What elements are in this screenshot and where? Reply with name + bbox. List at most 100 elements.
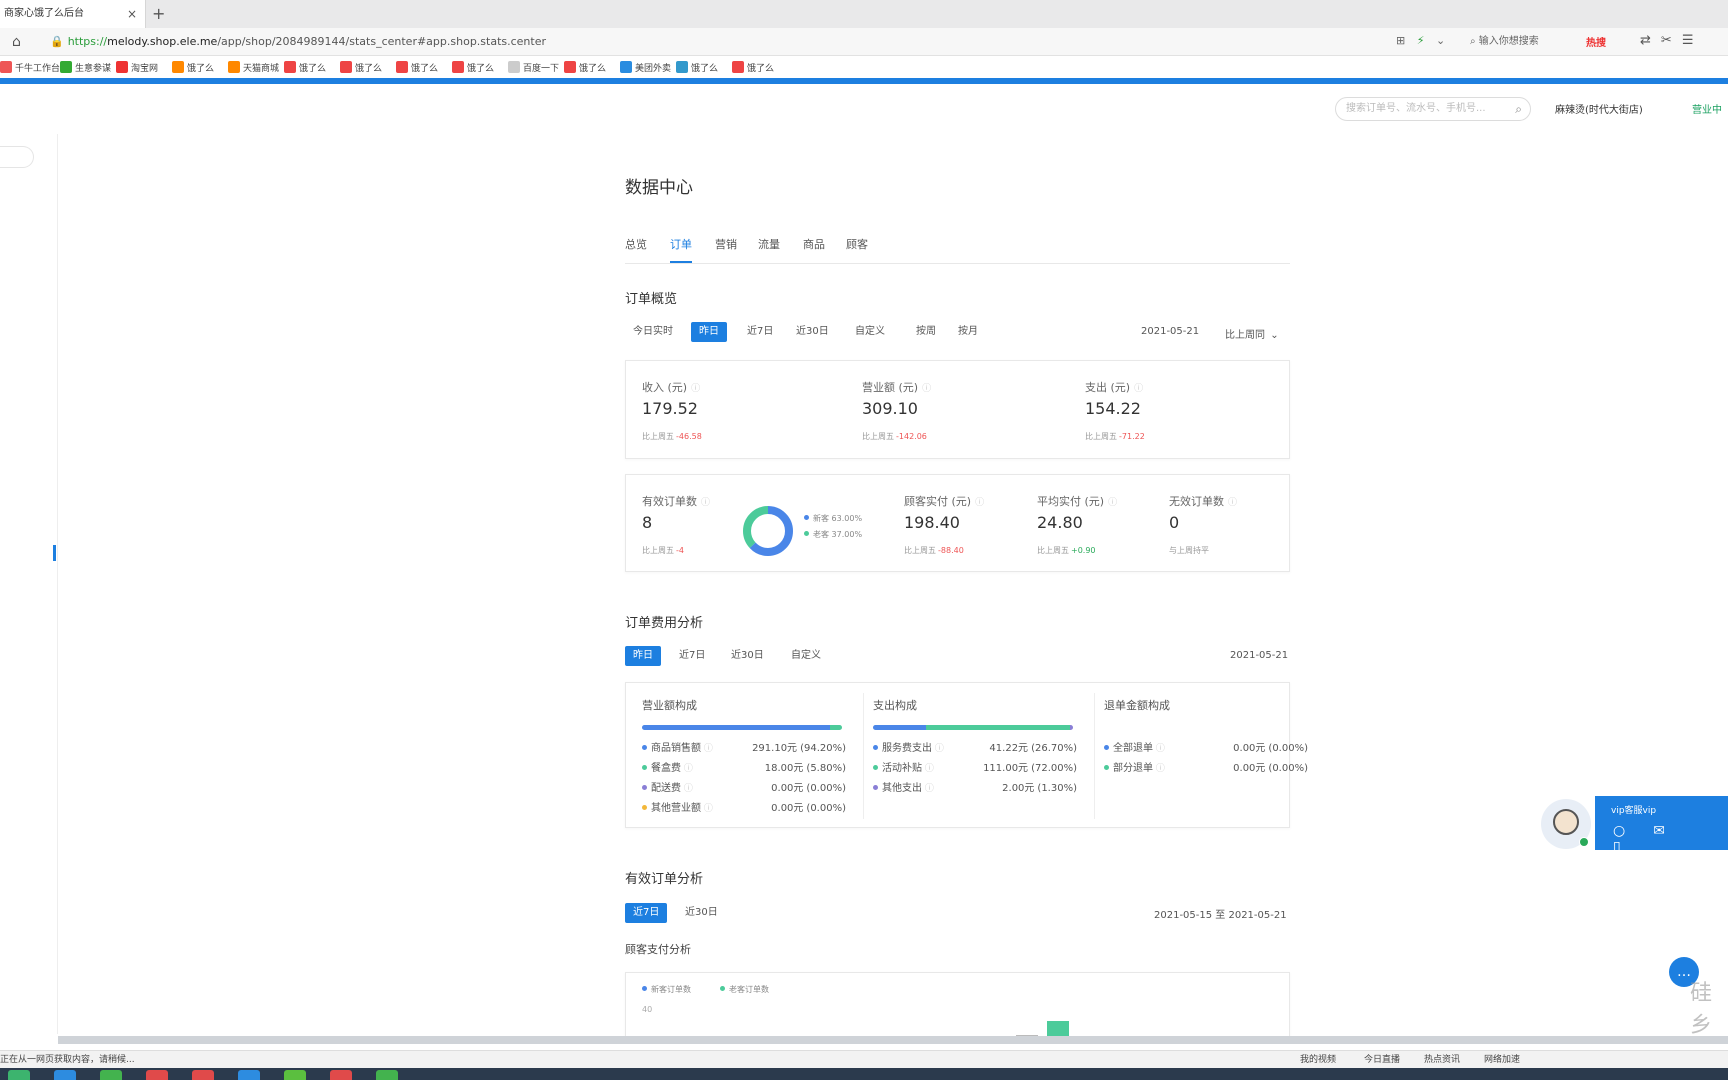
store-status-badge[interactable]: 营业中 xyxy=(1692,101,1722,116)
taskbar-app-icon[interactable] xyxy=(192,1070,214,1080)
range-option[interactable]: 自定义 xyxy=(847,322,893,342)
bookmark-icon xyxy=(396,61,408,73)
overview-date[interactable]: 2021-05-21 xyxy=(1141,326,1199,337)
cost-amount: 18.00元 xyxy=(764,763,804,774)
browser-search-box[interactable]: ⌕ 输入你想搜索 xyxy=(1470,32,1585,52)
help-icon[interactable]: ⓘ xyxy=(922,384,931,394)
taskbar-app-icon[interactable] xyxy=(100,1070,122,1080)
range-option[interactable]: 按月 xyxy=(950,322,986,342)
order-search-input[interactable]: 搜索订单号、流水号、手机号... ⌕ xyxy=(1335,97,1531,121)
range-option[interactable]: 近7日 xyxy=(739,322,781,342)
bookmark-item[interactable]: 饿了么 xyxy=(340,61,382,74)
bookmark-item[interactable]: 饿了么 xyxy=(676,61,718,74)
range-option[interactable]: 今日实时 xyxy=(625,322,681,342)
range-option[interactable]: 自定义 xyxy=(783,646,829,666)
bookmark-item[interactable]: 饿了么 xyxy=(172,61,214,74)
hot-search-link[interactable]: 热搜 xyxy=(1586,34,1606,49)
bookmark-item[interactable]: 天猫商城 xyxy=(228,61,279,74)
range-option[interactable]: 按周 xyxy=(908,322,944,342)
taskbar-app-icon[interactable] xyxy=(8,1070,30,1080)
phone-icon[interactable]: ○ xyxy=(1613,823,1653,839)
help-icon[interactable]: ⓘ xyxy=(922,764,934,774)
metric-compare: 与上周持平 xyxy=(1169,545,1209,556)
doc-icon[interactable]: ▯ xyxy=(1613,839,1649,855)
metric-compare: 比上周五 -46.58 xyxy=(642,431,702,442)
compare-select[interactable]: 比上周同 ⌄ xyxy=(1225,326,1279,341)
bookmark-item[interactable]: 饿了么 xyxy=(396,61,438,74)
range-option[interactable]: 近30日 xyxy=(677,903,726,923)
help-icon[interactable]: ⓘ xyxy=(975,498,984,508)
metric-compare: 比上周五 -4 xyxy=(642,545,684,556)
bookmark-item[interactable]: 饿了么 xyxy=(452,61,494,74)
close-tab-icon[interactable]: × xyxy=(127,0,137,28)
help-icon[interactable]: ⓘ xyxy=(701,498,710,508)
taskbar-app-icon[interactable] xyxy=(330,1070,352,1080)
range-option[interactable]: 近30日 xyxy=(788,322,837,342)
mail-icon[interactable]: ✉ xyxy=(1653,823,1693,839)
tab-5[interactable]: 顾客 xyxy=(846,236,868,252)
bookmark-item[interactable]: 生意参谋 xyxy=(60,61,111,74)
range-option[interactable]: 近7日 xyxy=(625,903,668,923)
home-icon[interactable]: ⌂ xyxy=(12,34,28,50)
new-tab-button[interactable]: + xyxy=(152,0,165,28)
status-link-news[interactable]: 热点资讯 xyxy=(1424,1051,1460,1069)
taskbar-app-icon[interactable] xyxy=(376,1070,398,1080)
cost-pct: (72.00%) xyxy=(1031,763,1077,774)
horizontal-scrollbar[interactable] xyxy=(58,1036,1728,1044)
cost-row: 其他支出 ⓘ xyxy=(873,779,934,794)
help-icon[interactable]: ⓘ xyxy=(1153,744,1165,754)
tab-4[interactable]: 商品 xyxy=(803,236,825,252)
range-option[interactable]: 近7日 xyxy=(671,646,713,666)
bookmark-item[interactable]: 饿了么 xyxy=(284,61,326,74)
lightning-icon[interactable]: ⚡ xyxy=(1417,34,1425,47)
bookmark-label: 美团外卖 xyxy=(635,64,672,74)
help-icon[interactable]: ⓘ xyxy=(691,384,700,394)
chevron-down-icon[interactable]: ⌄ xyxy=(1436,34,1445,47)
store-name[interactable]: 麻辣烫(时代大街店) xyxy=(1555,101,1643,116)
taskbar-app-icon[interactable] xyxy=(238,1070,260,1080)
range-option[interactable]: 昨日 xyxy=(625,646,661,666)
scissors-icon[interactable]: ✂ xyxy=(1661,33,1682,48)
vip-service-panel[interactable]: vip客服vip ○✉▯ xyxy=(1595,796,1728,855)
sidebar-toggle[interactable] xyxy=(0,146,34,168)
range-option[interactable]: 昨日 xyxy=(691,322,727,342)
bookmark-item[interactable]: 饿了么 xyxy=(732,61,774,74)
help-icon[interactable]: ⓘ xyxy=(1228,498,1237,508)
url-field[interactable]: 🔒 https://melody.shop.ele.me/app/shop/208… xyxy=(50,32,1440,52)
taskbar-app-icon[interactable] xyxy=(54,1070,76,1080)
tab-3[interactable]: 流量 xyxy=(758,236,780,252)
help-icon[interactable]: ⓘ xyxy=(701,804,713,814)
status-link-video[interactable]: 我的视频 xyxy=(1300,1051,1336,1069)
assistant-avatar[interactable] xyxy=(1541,799,1591,849)
menu-icon[interactable]: ☰ xyxy=(1682,33,1704,48)
browser-tab[interactable]: 商家心饿了么后台 × xyxy=(0,0,146,28)
tab-1[interactable]: 订单 xyxy=(670,236,692,252)
bookmark-item[interactable]: 美团外卖 xyxy=(620,61,671,74)
tab-0[interactable]: 总览 xyxy=(625,236,647,252)
help-icon[interactable]: ⓘ xyxy=(681,764,693,774)
bookmark-item[interactable]: 千牛工作台 xyxy=(0,61,60,74)
help-icon[interactable]: ⓘ xyxy=(701,744,713,754)
composition-bar-segment xyxy=(873,725,927,730)
taskbar-app-icon[interactable] xyxy=(146,1070,168,1080)
grid-icon[interactable]: ⊞ xyxy=(1396,34,1405,47)
range-option[interactable]: 近30日 xyxy=(723,646,772,666)
tab-2[interactable]: 营销 xyxy=(715,236,737,252)
translate-icon[interactable]: ⇄ xyxy=(1640,33,1661,48)
status-link-speedup[interactable]: 网络加速 xyxy=(1484,1051,1520,1069)
status-link-live[interactable]: 今日直播 xyxy=(1364,1051,1400,1069)
metric-compare-label: 比上周五 xyxy=(642,432,674,441)
bookmark-item[interactable]: 饿了么 xyxy=(564,61,606,74)
help-icon[interactable]: ⓘ xyxy=(932,744,944,754)
help-icon[interactable]: ⓘ xyxy=(1134,384,1143,394)
help-icon[interactable]: ⓘ xyxy=(681,784,693,794)
help-icon[interactable]: ⓘ xyxy=(922,784,934,794)
cost-row: 餐盒费 ⓘ xyxy=(642,759,693,774)
bookmark-item[interactable]: 百度一下 xyxy=(508,61,559,74)
search-icon[interactable]: ⌕ xyxy=(1515,98,1522,120)
help-icon[interactable]: ⓘ xyxy=(1108,498,1117,508)
bookmark-item[interactable]: 淘宝网 xyxy=(116,61,158,74)
cost-label: 活动补贴 xyxy=(882,763,922,774)
help-icon[interactable]: ⓘ xyxy=(1153,764,1165,774)
taskbar-app-icon[interactable] xyxy=(284,1070,306,1080)
